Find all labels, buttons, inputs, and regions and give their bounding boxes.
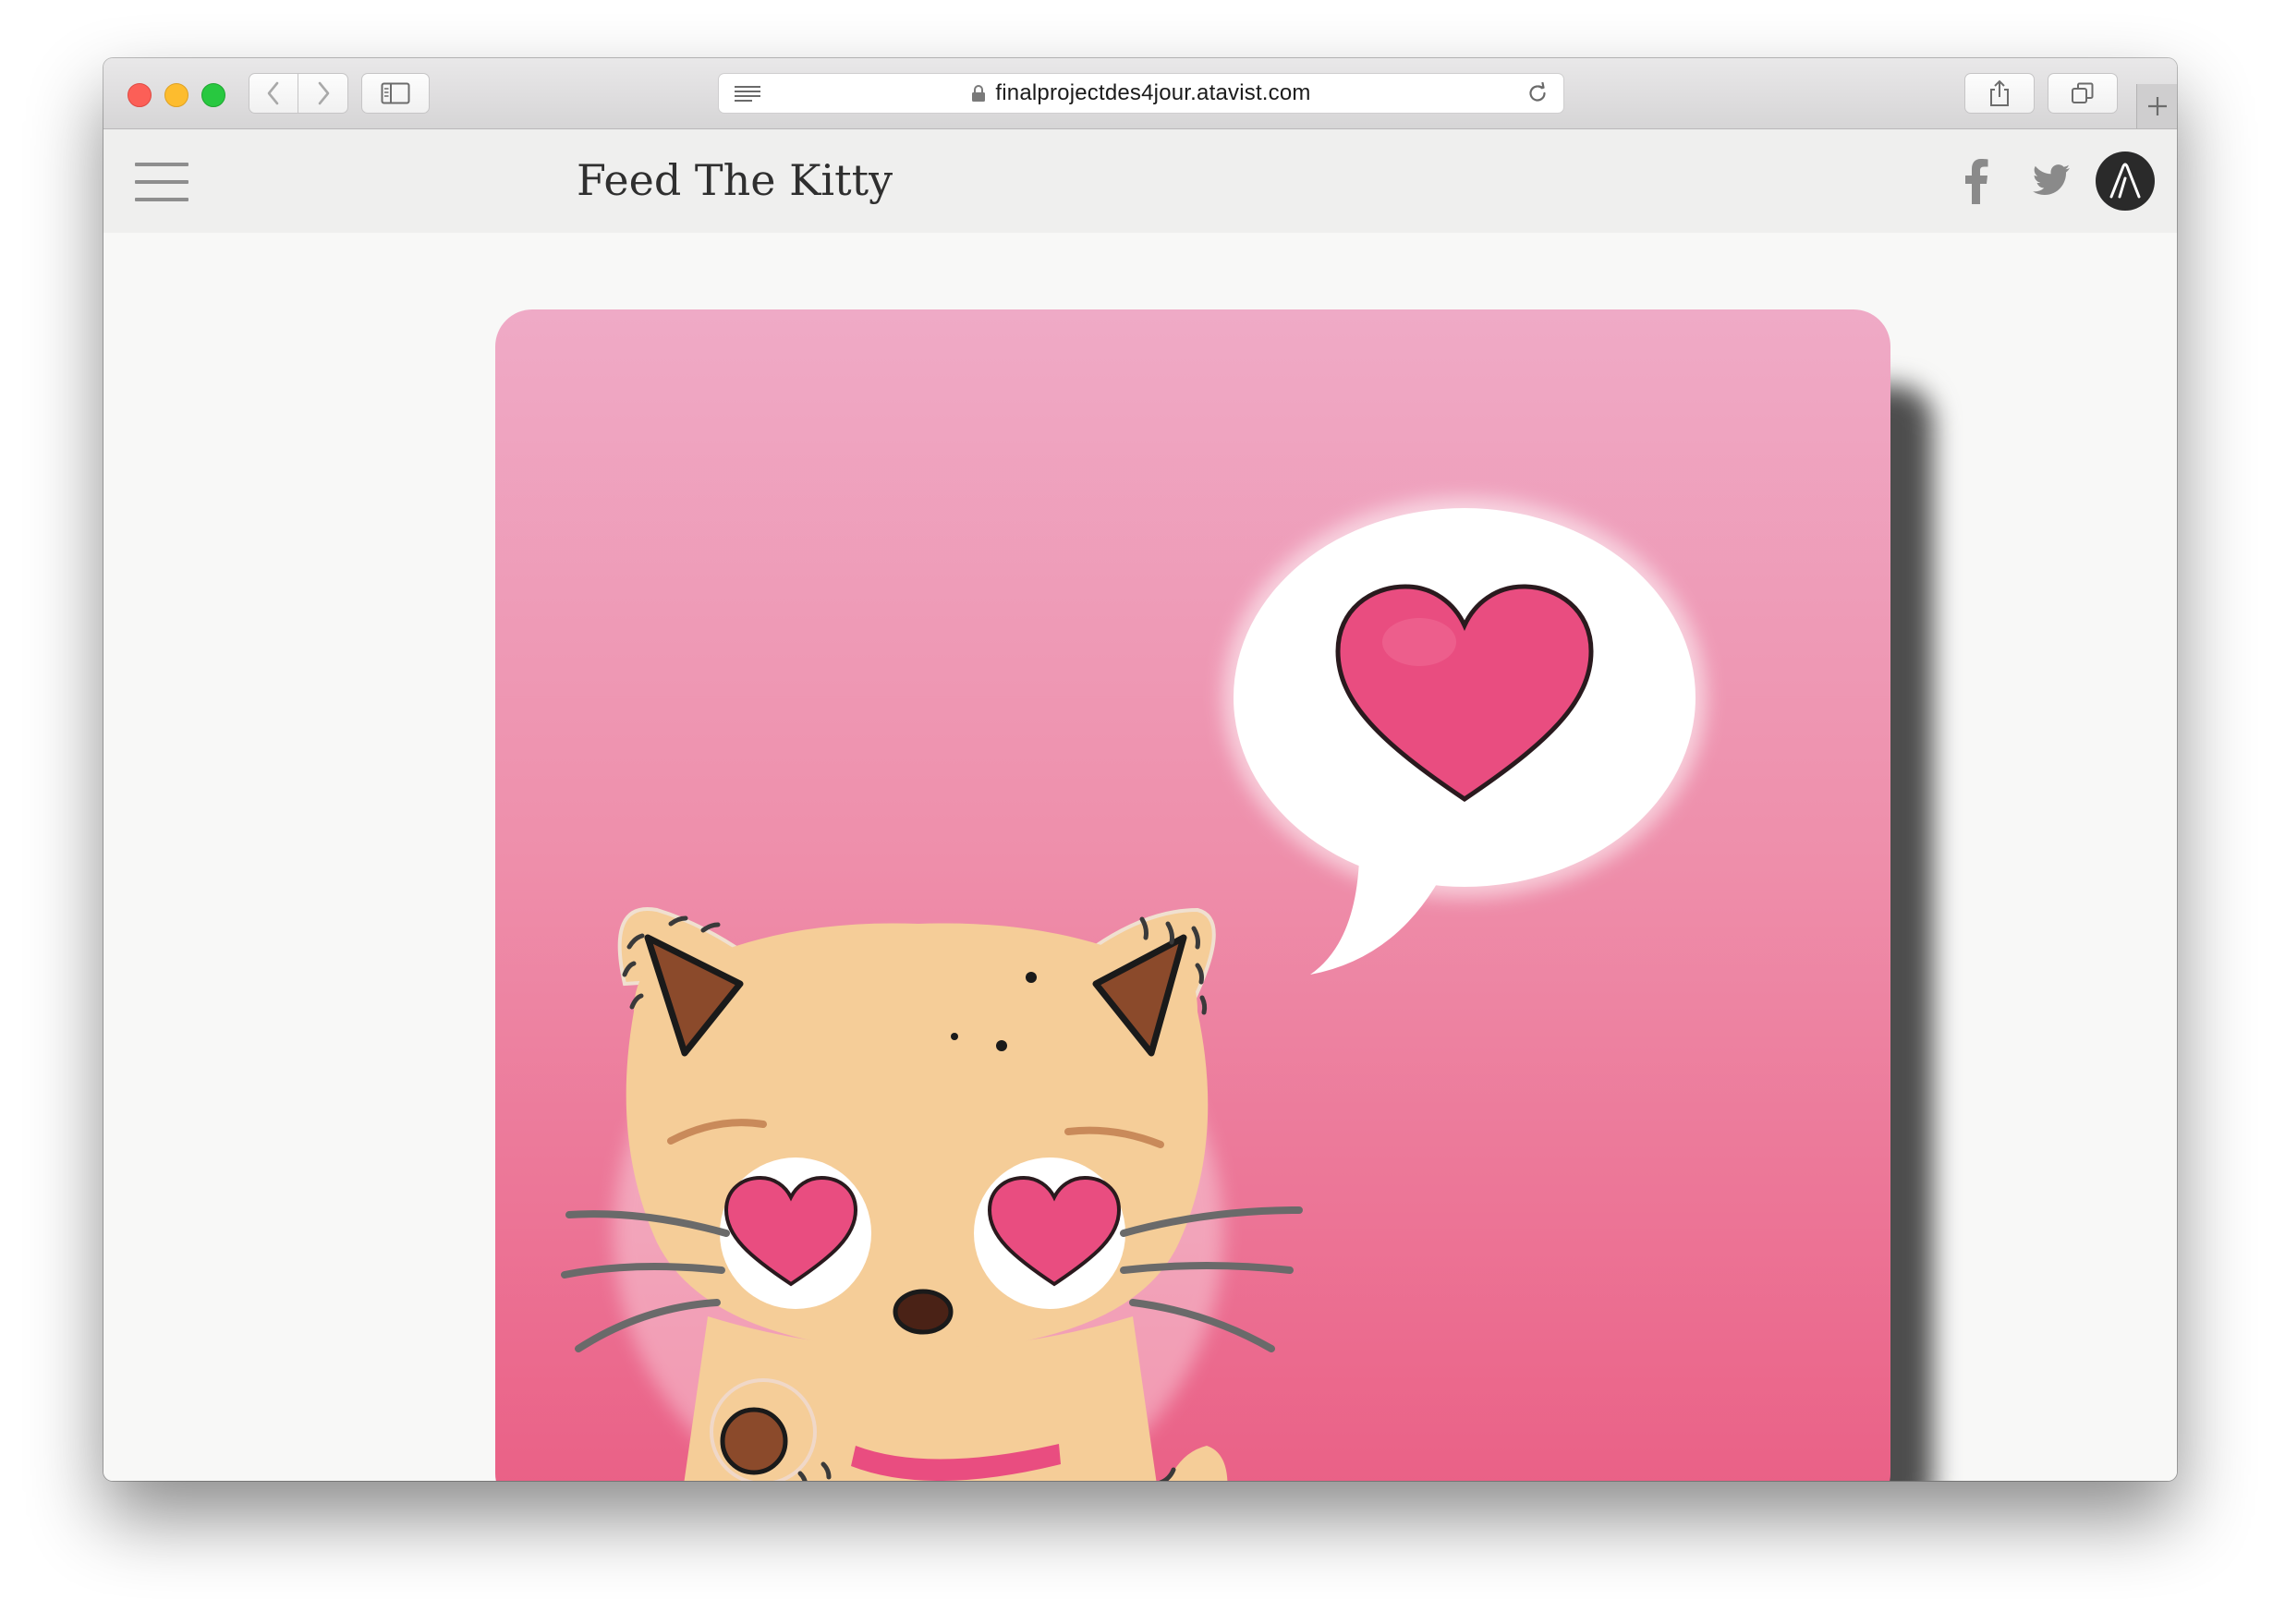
address-bar[interactable]: finalprojectdes4jour.atavist.com	[718, 73, 1564, 114]
back-button[interactable]	[249, 73, 298, 114]
tabs-icon	[2072, 82, 2094, 103]
browser-window: finalprojectdes4jour.atavist.com Feed Th…	[103, 58, 2177, 1481]
zoom-window-button[interactable]	[201, 83, 225, 107]
page-content	[103, 233, 2177, 1481]
lock-icon	[972, 85, 986, 102]
kitty-illustration	[561, 497, 1707, 1481]
site-title[interactable]: Feed The Kitty	[577, 155, 893, 205]
chevron-right-icon	[318, 81, 329, 105]
sidebar-icon	[381, 82, 410, 104]
share-button[interactable]	[1964, 73, 2035, 114]
hamburger-menu-icon[interactable]	[135, 163, 188, 203]
atavist-logo-icon[interactable]	[2096, 151, 2155, 211]
new-tab-button[interactable]	[2136, 84, 2177, 128]
browser-toolbar: finalprojectdes4jour.atavist.com	[103, 58, 2177, 129]
tab-overview-button[interactable]	[2048, 73, 2118, 114]
site-header: Feed The Kitty	[103, 129, 2177, 233]
twitter-icon[interactable]	[2033, 164, 2070, 195]
reload-icon[interactable]	[1526, 82, 1549, 104]
url-text: finalprojectdes4jour.atavist.com	[995, 80, 1311, 105]
minimize-window-button[interactable]	[164, 83, 188, 107]
chevron-left-icon	[267, 81, 279, 105]
forward-button[interactable]	[298, 73, 348, 114]
share-icon	[1990, 79, 2009, 106]
cat-character	[561, 907, 1303, 1481]
facebook-icon[interactable]	[1963, 158, 1989, 204]
close-window-button[interactable]	[128, 83, 152, 107]
sidebar-toggle-button[interactable]	[361, 73, 430, 114]
plus-icon	[2148, 97, 2167, 115]
hero-image	[495, 309, 1890, 1481]
